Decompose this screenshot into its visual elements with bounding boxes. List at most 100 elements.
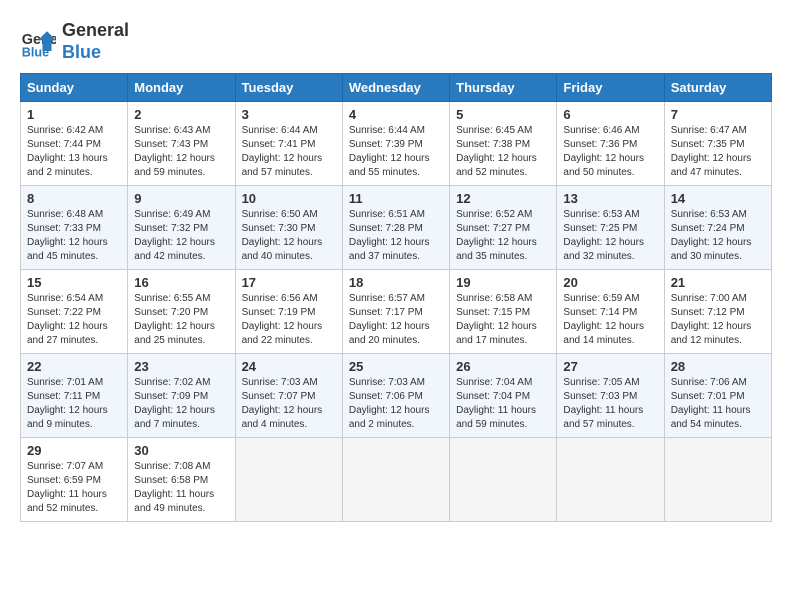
calendar-cell: 1 Sunrise: 6:42 AM Sunset: 7:44 PM Dayli…: [21, 102, 128, 186]
day-number: 21: [671, 275, 765, 290]
calendar-cell: 27 Sunrise: 7:05 AM Sunset: 7:03 PM Dayl…: [557, 354, 664, 438]
calendar-cell: 18 Sunrise: 6:57 AM Sunset: 7:17 PM Dayl…: [342, 270, 449, 354]
calendar-cell: [664, 438, 771, 522]
header-sunday: Sunday: [21, 74, 128, 102]
calendar-table: SundayMondayTuesdayWednesdayThursdayFrid…: [20, 73, 772, 522]
day-info: Sunrise: 7:05 AM Sunset: 7:03 PM Dayligh…: [563, 376, 657, 432]
header-thursday: Thursday: [450, 74, 557, 102]
calendar-cell: 17 Sunrise: 6:56 AM Sunset: 7:19 PM Dayl…: [235, 270, 342, 354]
day-number: 15: [27, 275, 121, 290]
day-info: Sunrise: 6:53 AM Sunset: 7:25 PM Dayligh…: [563, 208, 657, 264]
day-number: 17: [242, 275, 336, 290]
calendar-cell: 10 Sunrise: 6:50 AM Sunset: 7:30 PM Dayl…: [235, 186, 342, 270]
day-info: Sunrise: 6:59 AM Sunset: 7:14 PM Dayligh…: [563, 292, 657, 348]
calendar-cell: 6 Sunrise: 6:46 AM Sunset: 7:36 PM Dayli…: [557, 102, 664, 186]
day-number: 30: [134, 443, 228, 458]
day-info: Sunrise: 7:04 AM Sunset: 7:04 PM Dayligh…: [456, 376, 550, 432]
day-info: Sunrise: 7:03 AM Sunset: 7:06 PM Dayligh…: [349, 376, 443, 432]
day-number: 11: [349, 191, 443, 206]
day-info: Sunrise: 6:48 AM Sunset: 7:33 PM Dayligh…: [27, 208, 121, 264]
day-info: Sunrise: 6:54 AM Sunset: 7:22 PM Dayligh…: [27, 292, 121, 348]
day-info: Sunrise: 6:56 AM Sunset: 7:19 PM Dayligh…: [242, 292, 336, 348]
calendar-cell: 20 Sunrise: 6:59 AM Sunset: 7:14 PM Dayl…: [557, 270, 664, 354]
calendar-row: 8 Sunrise: 6:48 AM Sunset: 7:33 PM Dayli…: [21, 186, 772, 270]
calendar-cell: 26 Sunrise: 7:04 AM Sunset: 7:04 PM Dayl…: [450, 354, 557, 438]
day-number: 5: [456, 107, 550, 122]
calendar-cell: 13 Sunrise: 6:53 AM Sunset: 7:25 PM Dayl…: [557, 186, 664, 270]
calendar-cell: [557, 438, 664, 522]
calendar-cell: 19 Sunrise: 6:58 AM Sunset: 7:15 PM Dayl…: [450, 270, 557, 354]
day-info: Sunrise: 6:52 AM Sunset: 7:27 PM Dayligh…: [456, 208, 550, 264]
day-info: Sunrise: 7:01 AM Sunset: 7:11 PM Dayligh…: [27, 376, 121, 432]
header-wednesday: Wednesday: [342, 74, 449, 102]
calendar-cell: [450, 438, 557, 522]
calendar-cell: 25 Sunrise: 7:03 AM Sunset: 7:06 PM Dayl…: [342, 354, 449, 438]
day-number: 3: [242, 107, 336, 122]
header-monday: Monday: [128, 74, 235, 102]
calendar-row: 22 Sunrise: 7:01 AM Sunset: 7:11 PM Dayl…: [21, 354, 772, 438]
calendar-cell: 21 Sunrise: 7:00 AM Sunset: 7:12 PM Dayl…: [664, 270, 771, 354]
calendar-cell: [342, 438, 449, 522]
calendar-cell: 15 Sunrise: 6:54 AM Sunset: 7:22 PM Dayl…: [21, 270, 128, 354]
day-number: 2: [134, 107, 228, 122]
logo-blue: Blue: [62, 42, 129, 64]
calendar-row: 29 Sunrise: 7:07 AM Sunset: 6:59 PM Dayl…: [21, 438, 772, 522]
day-info: Sunrise: 7:02 AM Sunset: 7:09 PM Dayligh…: [134, 376, 228, 432]
day-number: 27: [563, 359, 657, 374]
day-info: Sunrise: 6:42 AM Sunset: 7:44 PM Dayligh…: [27, 124, 121, 180]
day-info: Sunrise: 6:46 AM Sunset: 7:36 PM Dayligh…: [563, 124, 657, 180]
calendar-cell: 4 Sunrise: 6:44 AM Sunset: 7:39 PM Dayli…: [342, 102, 449, 186]
day-number: 4: [349, 107, 443, 122]
calendar-cell: 14 Sunrise: 6:53 AM Sunset: 7:24 PM Dayl…: [664, 186, 771, 270]
day-info: Sunrise: 7:06 AM Sunset: 7:01 PM Dayligh…: [671, 376, 765, 432]
calendar-cell: [235, 438, 342, 522]
day-info: Sunrise: 6:47 AM Sunset: 7:35 PM Dayligh…: [671, 124, 765, 180]
day-number: 18: [349, 275, 443, 290]
day-number: 28: [671, 359, 765, 374]
header-saturday: Saturday: [664, 74, 771, 102]
day-number: 25: [349, 359, 443, 374]
day-number: 7: [671, 107, 765, 122]
day-info: Sunrise: 6:55 AM Sunset: 7:20 PM Dayligh…: [134, 292, 228, 348]
day-number: 12: [456, 191, 550, 206]
day-info: Sunrise: 6:53 AM Sunset: 7:24 PM Dayligh…: [671, 208, 765, 264]
calendar-cell: 16 Sunrise: 6:55 AM Sunset: 7:20 PM Dayl…: [128, 270, 235, 354]
logo-icon: General Blue: [20, 24, 56, 60]
day-info: Sunrise: 6:43 AM Sunset: 7:43 PM Dayligh…: [134, 124, 228, 180]
day-info: Sunrise: 6:49 AM Sunset: 7:32 PM Dayligh…: [134, 208, 228, 264]
calendar-cell: 3 Sunrise: 6:44 AM Sunset: 7:41 PM Dayli…: [235, 102, 342, 186]
day-number: 13: [563, 191, 657, 206]
day-number: 6: [563, 107, 657, 122]
day-number: 23: [134, 359, 228, 374]
day-number: 22: [27, 359, 121, 374]
day-info: Sunrise: 6:57 AM Sunset: 7:17 PM Dayligh…: [349, 292, 443, 348]
logo-general: General: [62, 20, 129, 42]
header-friday: Friday: [557, 74, 664, 102]
day-number: 19: [456, 275, 550, 290]
calendar-header-row: SundayMondayTuesdayWednesdayThursdayFrid…: [21, 74, 772, 102]
day-info: Sunrise: 6:44 AM Sunset: 7:39 PM Dayligh…: [349, 124, 443, 180]
calendar-cell: 23 Sunrise: 7:02 AM Sunset: 7:09 PM Dayl…: [128, 354, 235, 438]
day-number: 10: [242, 191, 336, 206]
day-number: 20: [563, 275, 657, 290]
page-header: General Blue General Blue: [20, 20, 772, 63]
calendar-cell: 9 Sunrise: 6:49 AM Sunset: 7:32 PM Dayli…: [128, 186, 235, 270]
day-number: 29: [27, 443, 121, 458]
calendar-cell: 5 Sunrise: 6:45 AM Sunset: 7:38 PM Dayli…: [450, 102, 557, 186]
day-number: 24: [242, 359, 336, 374]
day-info: Sunrise: 6:58 AM Sunset: 7:15 PM Dayligh…: [456, 292, 550, 348]
calendar-cell: 30 Sunrise: 7:08 AM Sunset: 6:58 PM Dayl…: [128, 438, 235, 522]
calendar-cell: 8 Sunrise: 6:48 AM Sunset: 7:33 PM Dayli…: [21, 186, 128, 270]
header-tuesday: Tuesday: [235, 74, 342, 102]
day-info: Sunrise: 6:45 AM Sunset: 7:38 PM Dayligh…: [456, 124, 550, 180]
day-number: 9: [134, 191, 228, 206]
day-info: Sunrise: 7:07 AM Sunset: 6:59 PM Dayligh…: [27, 460, 121, 516]
calendar-cell: 12 Sunrise: 6:52 AM Sunset: 7:27 PM Dayl…: [450, 186, 557, 270]
calendar-row: 15 Sunrise: 6:54 AM Sunset: 7:22 PM Dayl…: [21, 270, 772, 354]
calendar-cell: 2 Sunrise: 6:43 AM Sunset: 7:43 PM Dayli…: [128, 102, 235, 186]
calendar-row: 1 Sunrise: 6:42 AM Sunset: 7:44 PM Dayli…: [21, 102, 772, 186]
calendar-cell: 7 Sunrise: 6:47 AM Sunset: 7:35 PM Dayli…: [664, 102, 771, 186]
calendar-cell: 22 Sunrise: 7:01 AM Sunset: 7:11 PM Dayl…: [21, 354, 128, 438]
calendar-cell: 28 Sunrise: 7:06 AM Sunset: 7:01 PM Dayl…: [664, 354, 771, 438]
day-number: 1: [27, 107, 121, 122]
